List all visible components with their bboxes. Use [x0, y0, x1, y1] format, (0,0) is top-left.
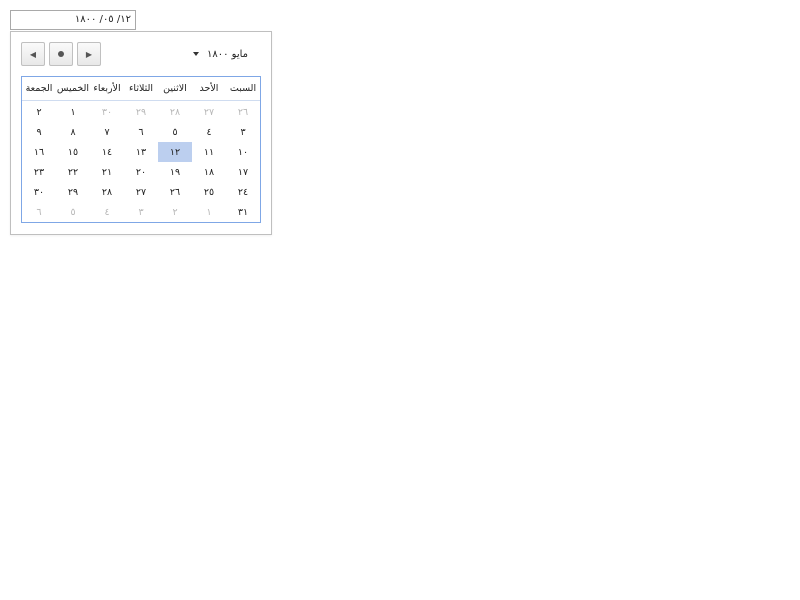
- calendar-day[interactable]: ٣: [226, 122, 260, 142]
- calendar-day[interactable]: ١١: [192, 142, 226, 162]
- triangle-right-icon: ▶: [85, 49, 93, 59]
- calendar-day-other-month[interactable]: ٥: [56, 202, 90, 222]
- calendar-day[interactable]: ١٤: [90, 142, 124, 162]
- calendar-day[interactable]: ١٦: [22, 142, 56, 162]
- calendar-day[interactable]: ٢٣: [22, 162, 56, 182]
- calendar-week-row: ٢٤ ٢٥ ٢٦ ٢٧ ٢٨ ٢٩ ٣٠: [22, 182, 260, 202]
- month-year-label: مايو ١٨٠٠: [207, 48, 249, 60]
- calendar-day[interactable]: ١٨: [192, 162, 226, 182]
- calendar-body: ٢٦ ٢٧ ٢٨ ٢٩ ٣٠ ١ ٢ ٣ ٤ ٥ ٦ ٧ ٨ ٩ ١٠ ١١ ١٢ ١٣ ١٤ ١٥ ١٦ ١٧ ١٨ ١٩ ٢…: [22, 101, 260, 222]
- calendar-day[interactable]: ٢٨: [90, 182, 124, 202]
- calendar-day[interactable]: ٢: [22, 102, 56, 122]
- calendar-day[interactable]: ٢٦: [158, 182, 192, 202]
- calendar-day[interactable]: ٥: [158, 122, 192, 142]
- calendar-day-other-month[interactable]: ٣٠: [90, 102, 124, 122]
- calendar-day-other-month[interactable]: ٣: [124, 202, 158, 222]
- calendar-day[interactable]: ٢٩: [56, 182, 90, 202]
- month-year-select[interactable]: مايو ١٨٠٠: [193, 44, 263, 64]
- weekday-label: الأحد: [199, 83, 219, 94]
- calendar-day[interactable]: ١٠: [226, 142, 260, 162]
- calendar-day-other-month[interactable]: ٦: [22, 202, 56, 222]
- calendar-week-row: ٣٤٥٦٧٨٩: [22, 122, 260, 142]
- weekday-label: الأربعاء: [93, 83, 121, 94]
- calendar-day[interactable]: ٢١: [90, 162, 124, 182]
- calendar-day[interactable]: ١٧: [226, 162, 260, 182]
- calendar-day-other-month[interactable]: ٢٨: [158, 102, 192, 122]
- calendar-week-row: ٣١ ١ ٢ ٣ ٤ ٥ ٦: [22, 202, 260, 222]
- calendar-day[interactable]: ١: [56, 102, 90, 122]
- prev-month-button[interactable]: ◀: [21, 42, 45, 66]
- calendar-day[interactable]: ٢٠: [124, 162, 158, 182]
- next-month-button[interactable]: ▶: [77, 42, 101, 66]
- calendar-day[interactable]: ٣٠: [22, 182, 56, 202]
- triangle-left-icon: ◀: [29, 49, 37, 59]
- calendar-week-row: ١٠ ١١ ١٢ ١٣ ١٤ ١٥ ١٦: [22, 142, 260, 162]
- calendar-week-row: ١٧ ١٨ ١٩ ٢٠ ٢١ ٢٢ ٢٣: [22, 162, 260, 182]
- calendar-day-other-month[interactable]: ١: [192, 202, 226, 222]
- calendar-day[interactable]: ١٩: [158, 162, 192, 182]
- calendar-day[interactable]: ٢٥: [192, 182, 226, 202]
- calendar-day[interactable]: ٣١: [226, 202, 260, 222]
- calendar-day[interactable]: ٧: [90, 122, 124, 142]
- dot-icon: [58, 51, 64, 57]
- weekday-label: الثلاثاء: [128, 83, 154, 94]
- calendar-day-other-month[interactable]: ٤: [90, 202, 124, 222]
- calendar-day[interactable]: ٨: [56, 122, 90, 142]
- weekday-header: السبت الأحد الاثنين الثلاثاء الأربعاء ال…: [22, 77, 260, 101]
- calendar-day-selected[interactable]: ١٢: [158, 142, 192, 162]
- weekday-label: السبت: [229, 83, 257, 94]
- calendar-day[interactable]: ٦: [124, 122, 158, 142]
- calendar-day[interactable]: ١٥: [56, 142, 90, 162]
- calendar-day-other-month[interactable]: ٢٩: [124, 102, 158, 122]
- date-input[interactable]: ١٢/ ٠٥/ ١٨٠٠: [10, 10, 136, 30]
- calendar-day-other-month[interactable]: ٢٦: [226, 102, 260, 122]
- weekday-label: الجمعة: [25, 83, 53, 94]
- calendar-day[interactable]: ٤: [192, 122, 226, 142]
- calendar-day[interactable]: ١٣: [124, 142, 158, 162]
- today-button[interactable]: [49, 42, 73, 66]
- calendar-grid: السبت الأحد الاثنين الثلاثاء الأربعاء ال…: [21, 76, 261, 223]
- calendar-day[interactable]: ٢٢: [56, 162, 90, 182]
- date-picker-popup: ◀ ▶ مايو ١٨٠٠ السبت الأحد الاثنين الثلاث…: [10, 31, 272, 235]
- calendar-day-other-month[interactable]: ٢٧: [192, 102, 226, 122]
- calendar-week-row: ٢٦ ٢٧ ٢٨ ٢٩ ٣٠ ١ ٢: [22, 102, 260, 122]
- calendar-day[interactable]: ٩: [22, 122, 56, 142]
- calendar-day[interactable]: ٢٤: [226, 182, 260, 202]
- weekday-label: الخميس: [56, 83, 90, 94]
- calendar-day[interactable]: ٢٧: [124, 182, 158, 202]
- chevron-down-icon: [193, 52, 199, 56]
- calendar-day-other-month[interactable]: ٢: [158, 202, 192, 222]
- weekday-label: الاثنين: [163, 83, 187, 94]
